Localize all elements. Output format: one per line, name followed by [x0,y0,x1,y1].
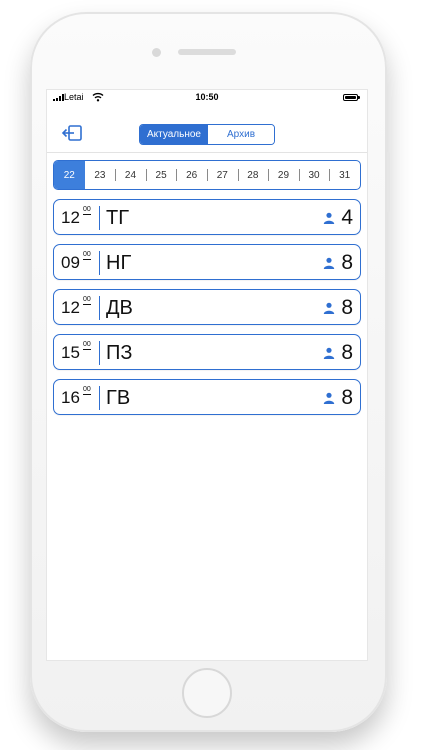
slot-minutes: 00 [83,386,91,395]
slot-count: 8 [341,386,353,409]
slot-count: 8 [341,296,353,319]
slot-code: ГВ [106,387,131,409]
earpiece-speaker [178,49,236,55]
slot-code: ПЗ [106,342,133,364]
slot-hour: 12 [61,298,80,317]
phone-frame: Letai 10:50 Актуальное Архив 22 23 24 25… [30,12,390,732]
navigation-bar: Актуальное Архив [47,110,367,153]
slot-minutes: 00 [83,206,91,215]
person-icon [323,212,335,224]
slot-hour: 12 [61,208,80,227]
date-item[interactable]: 30 [298,161,330,189]
slot-minutes: 00 [83,341,91,350]
date-item[interactable]: 29 [268,161,299,189]
date-item[interactable]: 31 [329,161,360,189]
slot-hour: 09 [61,253,80,272]
schedule-slot[interactable]: 12 00 ДВ 8 [53,289,361,325]
home-button[interactable] [182,668,232,718]
date-item[interactable]: 28 [237,161,269,189]
schedule-slot[interactable]: 12 00 ТГ 4 [53,199,361,235]
status-time: 10:50 [195,92,219,102]
schedule-slot[interactable]: 16 00 ГВ 8 [53,379,361,415]
tab-current[interactable]: Актуальное [140,125,208,144]
date-item[interactable]: 26 [176,161,207,189]
slot-minutes: 00 [83,296,91,305]
tab-archive[interactable]: Архив [208,125,274,144]
slot-divider [99,386,100,410]
person-icon [323,392,335,404]
schedule-slot[interactable]: 15 00 ПЗ 8 [53,334,361,370]
slot-count: 8 [341,341,353,364]
slot-divider [99,341,100,365]
slot-count: 4 [341,206,353,229]
slot-code: ТГ [106,207,130,229]
slot-hour: 15 [61,343,80,362]
slot-divider [99,296,100,320]
slot-count: 8 [341,251,353,274]
slot-hour: 16 [61,388,80,407]
date-item[interactable]: 25 [145,161,177,189]
date-item[interactable]: 23 [85,161,116,189]
date-item[interactable]: 27 [206,161,238,189]
person-icon [323,257,335,269]
status-bar: Letai 10:50 [47,90,367,106]
app-screen: Letai 10:50 Актуальное Архив 22 23 24 25… [47,90,367,660]
date-item[interactable]: 24 [115,161,146,189]
slot-code: НГ [106,252,132,274]
logout-icon[interactable] [61,124,83,142]
battery-icon [343,94,361,102]
front-camera [152,48,161,57]
slot-divider [99,251,100,275]
slot-minutes: 00 [83,251,91,260]
slot-code: ДВ [106,297,133,319]
date-picker: 22 23 24 25 26 27 28 29 30 31 [53,160,361,190]
tab-switcher: Актуальное Архив [139,124,275,145]
schedule-slot[interactable]: 09 00 НГ 8 [53,244,361,280]
date-item-selected[interactable]: 22 [54,161,85,189]
person-icon [323,347,335,359]
slot-divider [99,206,100,230]
person-icon [323,302,335,314]
